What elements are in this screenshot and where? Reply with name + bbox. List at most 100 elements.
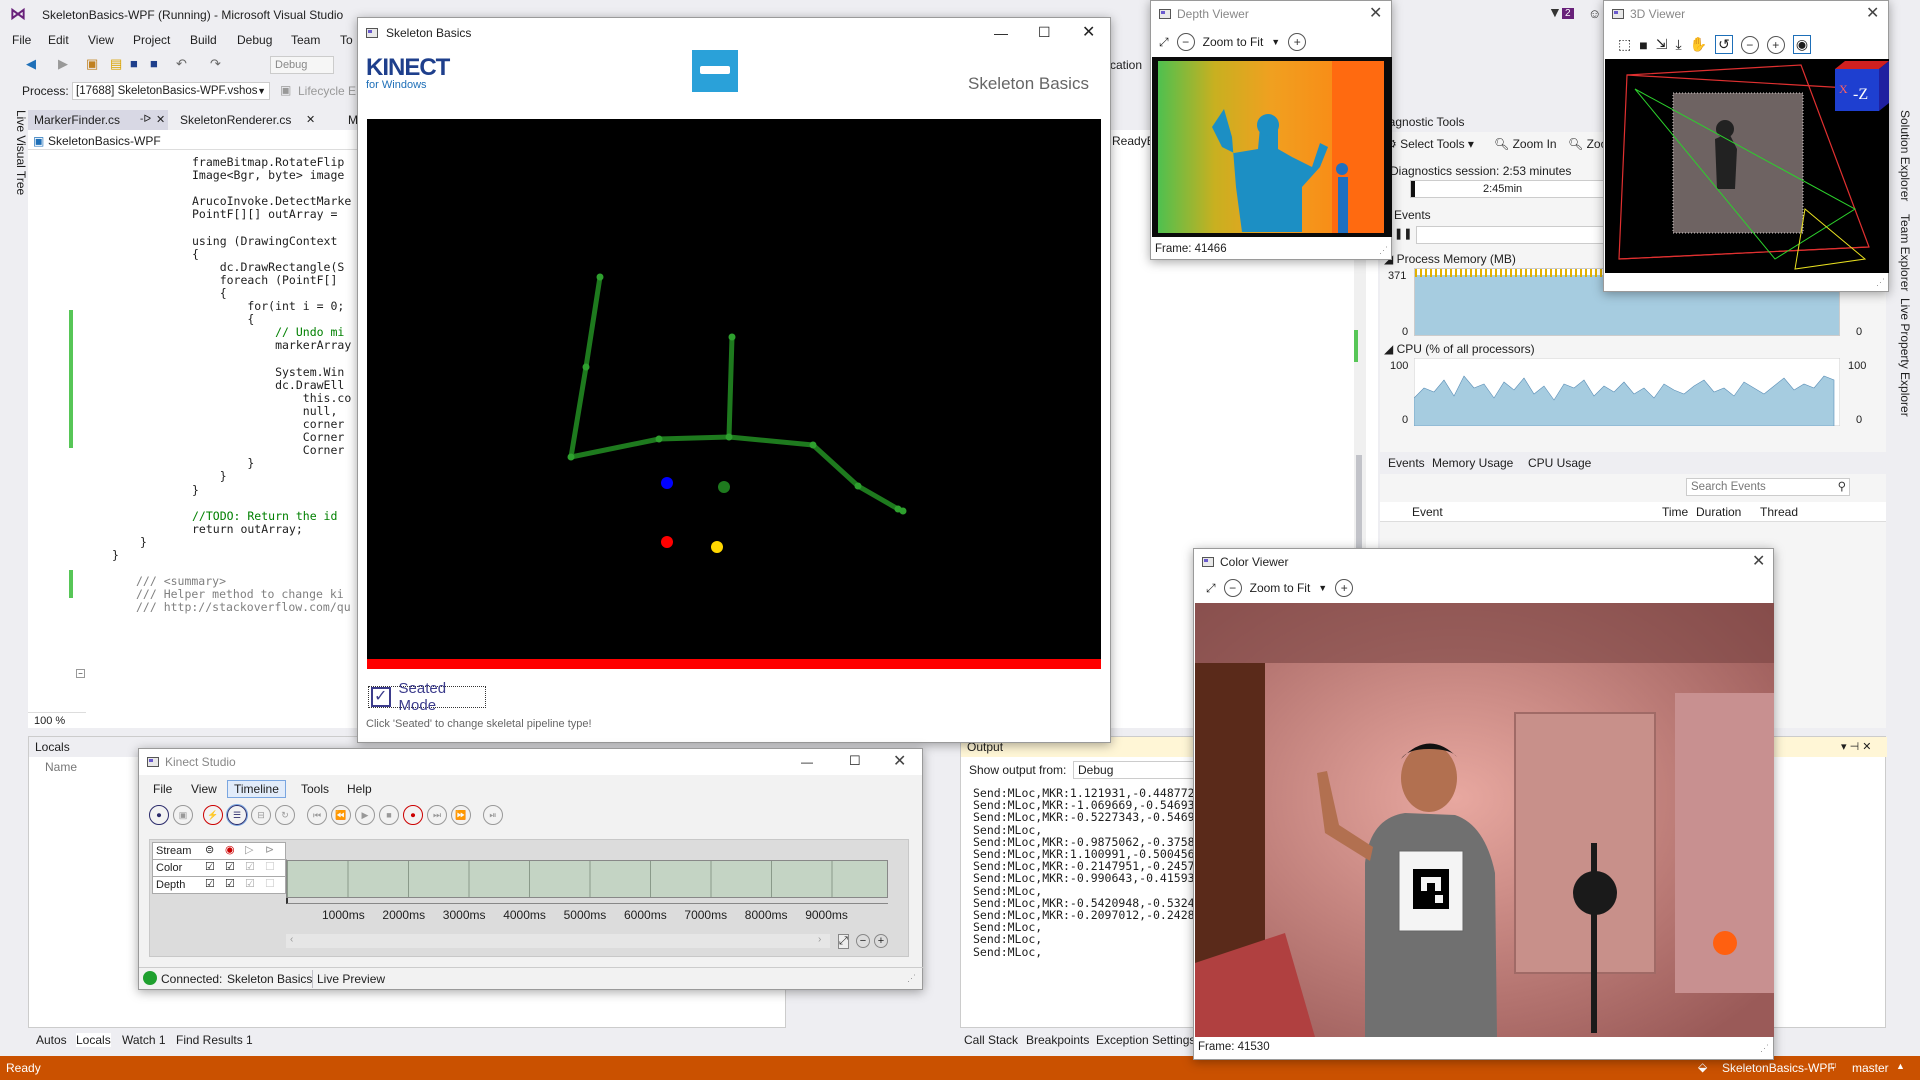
source-control-icon[interactable]: ⬙ [1698,1060,1707,1074]
pan-hand-icon[interactable]: ✋ [1690,36,1707,53]
tab-call-stack[interactable]: Call Stack [964,1033,1018,1047]
search-icon[interactable]: ⚲ [1838,479,1846,495]
code-line[interactable]: // Undo mi [192,326,344,339]
resize-grip-icon[interactable]: ⋰ [907,973,916,984]
checkbox-box[interactable]: ✓ [371,687,391,707]
download-icon[interactable]: ⤓ [1675,36,1681,53]
step-forward-icon[interactable]: ⏭ [427,805,447,825]
code-line[interactable]: System.Win [192,365,344,379]
tab-memory-usage[interactable]: Memory Usage [1432,456,1513,470]
loop-icon[interactable]: ⏯ [483,805,503,825]
loop-col-icon[interactable]: ⊳ [265,843,274,856]
camera-icon[interactable]: ◉ [1792,35,1812,54]
col-event[interactable]: Event [1412,505,1443,519]
open-icon[interactable]: ▤ [110,56,122,72]
checkbox-loop-color[interactable]: ☐ [265,860,275,873]
scroll-left-icon[interactable]: ‹ [290,934,293,945]
code-line[interactable]: } [192,470,227,483]
new-project-icon[interactable]: ▣ [86,56,98,72]
rotate-icon[interactable]: ↺ [1715,35,1733,54]
nav-bar[interactable]: ▣ SkeletonBasics-WPF [28,132,368,150]
record-icon[interactable]: ⏺ [149,805,169,825]
col-thread[interactable]: Thread [1760,505,1798,519]
move-icon[interactable]: ⇲ [1656,36,1668,53]
checkbox-monitor-color[interactable]: ☑ [205,860,215,873]
studio-menu-view[interactable]: View [191,782,217,796]
code-line[interactable]: Corner [192,431,345,444]
cube-icon[interactable]: ■ [1639,37,1647,53]
process-dropdown[interactable]: [17688] SkeletonBasics-WPF.vshos ▼ [72,82,270,100]
minimize-icon[interactable]: — [994,18,1008,48]
code-line[interactable]: markerArray [192,339,351,352]
menu-tools[interactable]: To [340,33,353,47]
pin-icon[interactable]: -ᐅ [140,110,151,130]
select-tools-button[interactable]: ⚙ Select Tools ▾ [1386,137,1474,151]
stop-icon[interactable]: ■ [379,805,399,825]
code-line[interactable]: this.co [192,391,351,405]
code-line[interactable]: //TODO: Return the id [192,509,344,523]
status-branch[interactable]: master [1852,1061,1889,1075]
doc-tab-markerfinder[interactable]: MarkerFinder.cs -ᐅ ✕ [28,110,168,130]
checkbox-monitor-depth[interactable]: ☑ [205,877,215,890]
feedback-icon[interactable]: ☺ [1588,6,1601,21]
code-line[interactable]: corner [192,418,345,431]
resize-grip-icon[interactable]: ⋰ [1379,245,1388,256]
checkbox-record-depth[interactable]: ☑ [225,877,235,890]
code-line[interactable]: for(int i = 0; [192,300,344,313]
record-col-icon[interactable]: ◉ [225,843,235,856]
tab-locals[interactable]: Locals [76,1033,111,1047]
close-icon[interactable]: ✕ [1752,549,1765,575]
refresh-icon[interactable]: ↻ [275,805,295,825]
save-all-icon[interactable]: ■ [150,56,158,71]
code-line[interactable]: frameBitmap.RotateFlip [192,156,344,169]
checkbox-loop-depth[interactable]: ☐ [265,877,275,890]
pause-icon[interactable]: ❚❚ [1394,227,1412,240]
filter-icon[interactable]: ▼ [1548,4,1562,20]
tab-find-results[interactable]: Find Results 1 [176,1033,253,1047]
monitor-icon[interactable]: ☰ [226,804,248,826]
play-icon[interactable]: ▶ [355,805,375,825]
timeline-scrollbar[interactable]: ‹ › [286,934,830,948]
code-line[interactable]: using (DrawingContext [192,234,344,248]
code-line[interactable]: Image<Bgr, byte> image [192,169,344,182]
studio-menu-help[interactable]: Help [347,782,372,796]
code-line[interactable]: /// http://stackoverflow.com/qu [136,601,351,614]
col-duration[interactable]: Duration [1696,505,1741,519]
output-window-controls[interactable]: ▾ ⊣ ✕ [1841,740,1871,753]
save-icon[interactable]: ▣ [173,805,193,825]
select-mode-icon[interactable]: ⬚ [1618,36,1631,53]
timeline-zoom-out-icon[interactable]: − [856,934,870,948]
resize-grip-icon[interactable]: ⋰ [1760,1043,1769,1054]
maximize-icon[interactable]: ☐ [849,748,861,774]
menu-file[interactable]: File [12,33,31,47]
code-line[interactable]: dc.DrawEll [192,378,344,392]
side-tab-solution-explorer[interactable]: Solution Explorer [1898,110,1912,201]
output-line[interactable]: Send:MLoc, [973,945,1193,957]
zoom-in-icon[interactable]: + [1766,35,1785,54]
code-line[interactable]: } [192,457,254,470]
code-line[interactable]: null, [192,404,338,418]
lifecycle-label[interactable]: Lifecycle E [298,84,356,98]
menu-project[interactable]: Project [133,33,170,47]
output-line[interactable]: Send:MLoc,MKR:-0.990643,-0.41593 [973,872,1193,884]
output-line[interactable]: Send:MLoc, [973,933,1193,945]
close-icon[interactable]: ✕ [156,110,165,130]
zoom-out-icon[interactable]: − [1176,33,1195,51]
tab-autos[interactable]: Autos [36,1033,67,1047]
studio-menu-tools[interactable]: Tools [301,782,329,796]
output-line[interactable]: Send:MLoc, [973,884,1193,896]
disk-icon[interactable]: ⊟ [251,805,271,825]
close-icon[interactable]: ✕ [1082,18,1095,48]
forward-icon[interactable]: ▶ [58,56,68,72]
back-icon[interactable]: ◀ [26,56,36,72]
live-preview[interactable]: Live Preview [317,972,385,986]
code-line[interactable]: } [192,483,199,497]
menu-debug[interactable]: Debug [237,33,272,47]
code-line[interactable]: /// <summary> [136,575,226,588]
timeline-zoom-in-icon[interactable]: + [874,934,888,948]
output-line[interactable]: Send:MLoc, [973,823,1193,835]
zoom-level[interactable]: 100 % [28,712,86,728]
fit-icon[interactable]: ⤢ [1206,581,1216,596]
code-line[interactable]: { [192,247,199,261]
branch-chevron-icon[interactable]: ▲ [1896,1061,1905,1071]
